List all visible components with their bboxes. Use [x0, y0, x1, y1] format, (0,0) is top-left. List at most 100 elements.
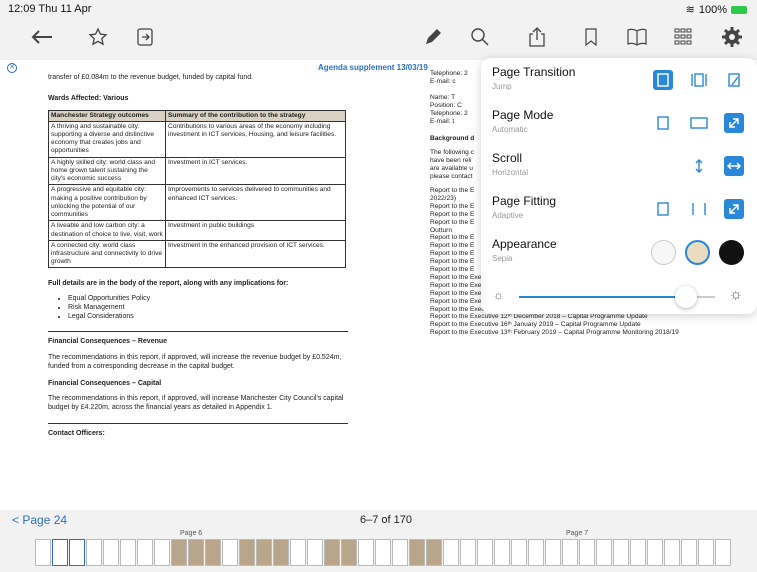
bookmark-icon[interactable] — [576, 22, 606, 52]
page-thumbnail[interactable] — [341, 539, 357, 566]
transition-curl-option[interactable] — [724, 70, 744, 90]
text-line: Report to the Executive 12ᵗʰ December 20… — [430, 313, 648, 321]
implications-list: Equal Opportunities Policy Risk Manageme… — [68, 295, 348, 321]
fit-width-option[interactable] — [689, 199, 709, 219]
view-settings-panel: Page Transition Jump Page Mode Automatic… — [481, 58, 757, 314]
setting-label: Appearance — [492, 237, 557, 251]
table-row: A progressive and equitable city: making… — [48, 184, 346, 222]
battery-icon — [731, 5, 747, 14]
page-thumbnail[interactable] — [460, 539, 476, 566]
setting-value: Jump — [492, 82, 512, 91]
page-thumbnail[interactable] — [307, 539, 323, 566]
export-icon[interactable] — [130, 22, 160, 52]
appearance-black-swatch[interactable] — [719, 240, 744, 265]
fit-adaptive-option[interactable] — [724, 199, 744, 219]
page-thumbnail[interactable] — [409, 539, 425, 566]
page-thumbnail[interactable] — [579, 539, 595, 566]
brightness-low-icon: ☼ — [493, 288, 504, 302]
page-thumbnail[interactable] — [630, 539, 646, 566]
mode-single-option[interactable] — [653, 113, 673, 133]
page-thumbnail[interactable] — [205, 539, 221, 566]
search-icon[interactable] — [465, 22, 495, 52]
back-arrow-icon[interactable] — [27, 22, 57, 52]
page-thumbnail[interactable] — [545, 539, 561, 566]
status-bar: 12:09 Thu 11 Apr ≋ 100% — [0, 0, 757, 18]
appearance-sepia-swatch[interactable] — [685, 240, 710, 265]
brightness-slider[interactable] — [519, 286, 715, 308]
section-heading: Financial Consequences – Capital — [48, 379, 162, 387]
page-thumbnail[interactable] — [103, 539, 119, 566]
page-thumbnail[interactable] — [154, 539, 170, 566]
page-thumbnail[interactable] — [664, 539, 680, 566]
page-thumbnail[interactable] — [222, 539, 238, 566]
book-icon[interactable] — [622, 22, 652, 52]
page-thumbnail[interactable] — [35, 539, 51, 566]
page-thumbnail[interactable] — [392, 539, 408, 566]
mode-landscape-option[interactable] — [689, 113, 709, 133]
right-page-label: Page 7 — [566, 530, 589, 537]
page-thumbnail[interactable] — [239, 539, 255, 566]
page-thumbnail[interactable] — [528, 539, 544, 566]
page-thumbnail[interactable] — [273, 539, 289, 566]
scroll-horizontal-option[interactable] — [724, 156, 744, 176]
close-icon[interactable]: ✕ — [7, 63, 17, 73]
transition-jump-option[interactable] — [653, 70, 673, 90]
page-thumbnail[interactable] — [375, 539, 391, 566]
page-thumbnail[interactable] — [52, 539, 68, 566]
page-thumbnail[interactable] — [86, 539, 102, 566]
star-icon[interactable] — [83, 22, 113, 52]
brightness-slider-knob[interactable] — [674, 286, 697, 308]
page-thumbnail-strip[interactable] — [35, 539, 735, 568]
page-thumbnail[interactable] — [256, 539, 272, 566]
paragraph: The recommendations in this report, if a… — [48, 354, 342, 370]
toolbar — [0, 18, 757, 60]
page-thumbnail[interactable] — [596, 539, 612, 566]
left-page: transfer of £0.084m to the revenue budge… — [48, 74, 348, 439]
brightness-high-icon: ☼ — [729, 286, 743, 303]
page-thumbnail[interactable] — [698, 539, 714, 566]
page-thumbnail[interactable] — [494, 539, 510, 566]
page-thumbnail[interactable] — [290, 539, 306, 566]
fit-page-option[interactable] — [653, 199, 673, 219]
intro-text: transfer of £0.084m to the revenue budge… — [48, 74, 254, 81]
setting-page-fitting: Page Fitting Adaptive — [481, 189, 757, 232]
table-header: Summary of the contribution to the strat… — [165, 109, 346, 122]
page-thumbnail[interactable] — [562, 539, 578, 566]
page-thumbnail[interactable] — [477, 539, 493, 566]
page-thumbnail[interactable] — [137, 539, 153, 566]
page-thumbnail[interactable] — [426, 539, 442, 566]
scroll-vertical-option[interactable] — [689, 156, 709, 176]
page-thumbnail[interactable] — [358, 539, 374, 566]
mode-automatic-option[interactable] — [724, 113, 744, 133]
setting-page-mode: Page Mode Automatic — [481, 103, 757, 146]
document-title: Agenda supplement 13/03/19 — [318, 63, 428, 72]
brightness-control: ☼ ☼ — [481, 280, 757, 312]
page-thumbnail[interactable] — [647, 539, 663, 566]
text-line: Report to the Executive 13ᵗʰ February 20… — [430, 329, 679, 337]
setting-appearance: Appearance Sepia — [481, 232, 757, 275]
transition-slide-option[interactable] — [689, 70, 709, 90]
back-to-page-link[interactable]: < Page 24 — [12, 513, 67, 527]
setting-page-transition: Page Transition Jump — [481, 60, 757, 103]
share-icon[interactable] — [522, 22, 552, 52]
setting-value: Adaptive — [492, 211, 524, 220]
left-page-label: Page 6 — [180, 530, 203, 537]
page-thumbnail[interactable] — [613, 539, 629, 566]
page-thumbnail[interactable] — [120, 539, 136, 566]
wifi-icon: ≋ — [685, 4, 695, 16]
gear-icon[interactable] — [717, 22, 747, 52]
page-thumbnail[interactable] — [69, 539, 85, 566]
list-item: Risk Management — [68, 304, 348, 313]
pencil-icon[interactable] — [418, 22, 448, 52]
page-thumbnail[interactable] — [171, 539, 187, 566]
table-row: A liveable and low carbon city: a destin… — [48, 220, 346, 241]
page-thumbnail[interactable] — [188, 539, 204, 566]
page-thumbnail[interactable] — [324, 539, 340, 566]
page-thumbnail[interactable] — [511, 539, 527, 566]
page-thumbnail[interactable] — [715, 539, 731, 566]
page-thumbnail[interactable] — [681, 539, 697, 566]
grid-icon[interactable] — [668, 22, 698, 52]
setting-value: Sepia — [492, 254, 513, 263]
appearance-white-swatch[interactable] — [651, 240, 676, 265]
page-thumbnail[interactable] — [443, 539, 459, 566]
